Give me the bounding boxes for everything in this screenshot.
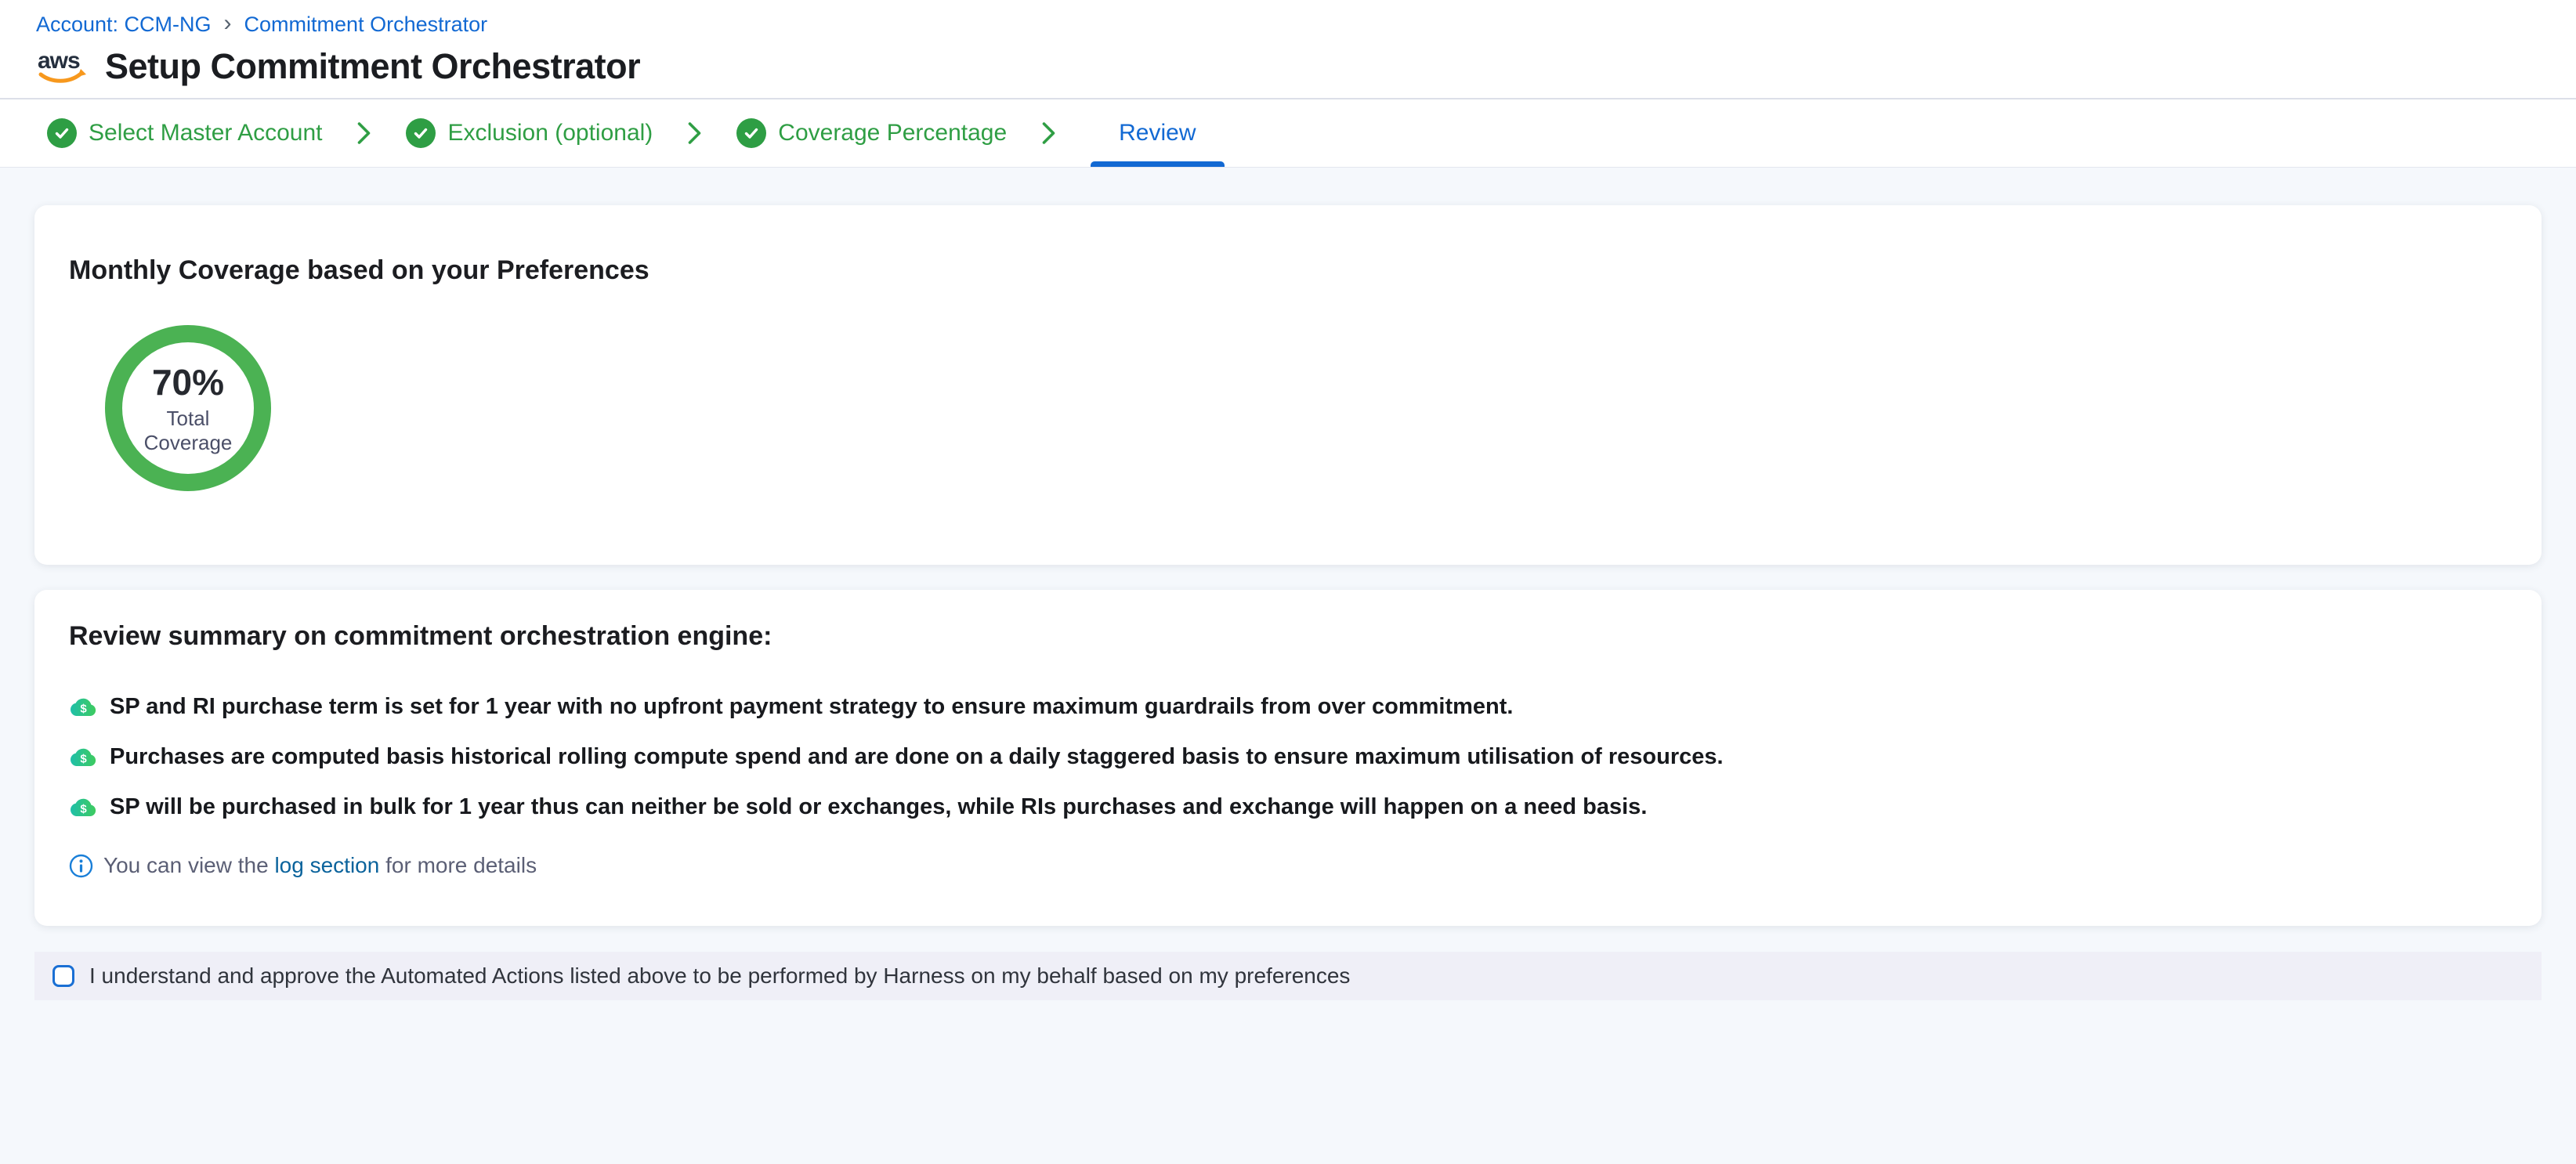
breadcrumb-page-link[interactable]: Commitment Orchestrator: [244, 13, 488, 37]
breadcrumb-chevron-icon: ›: [224, 13, 232, 34]
check-circle-icon: [47, 118, 77, 148]
approval-label: I understand and approve the Automated A…: [89, 963, 1350, 989]
breadcrumb: Account: CCM-NG › Commitment Orchestrato…: [36, 13, 2576, 37]
note-prefix: You can view the: [103, 853, 274, 877]
check-circle-icon: [736, 118, 766, 148]
breadcrumb-account-link[interactable]: Account: CCM-NG: [36, 13, 212, 37]
chevron-right-icon: [356, 121, 371, 146]
review-summary-card: Review summary on commitment orchestrati…: [34, 590, 2542, 926]
step-label: Coverage Percentage: [778, 120, 1007, 146]
info-icon: [69, 854, 93, 878]
step-select-master-account[interactable]: Select Master Account: [47, 118, 322, 148]
note-suffix: for more details: [379, 853, 537, 877]
log-section-link[interactable]: log section: [274, 853, 379, 877]
step-review-active-tab[interactable]: Review: [1091, 99, 1224, 167]
svg-text:$: $: [80, 752, 87, 765]
step-label: Review: [1119, 120, 1196, 146]
chevron-right-icon: [1041, 121, 1056, 146]
review-step-content: Monthly Coverage based on your Preferenc…: [0, 168, 2576, 1000]
coverage-donut-chart: 70% Total Coverage: [105, 325, 271, 491]
step-label: Exclusion (optional): [447, 120, 653, 146]
coverage-card-title: Monthly Coverage based on your Preferenc…: [69, 255, 2507, 286]
log-note-text: You can view the log section for more de…: [103, 853, 537, 878]
summary-card-title: Review summary on commitment orchestrati…: [69, 621, 2507, 652]
title-row: aws Setup Commitment Orchestrator: [36, 46, 2576, 87]
setup-stepper: Select Master Account Exclusion (optiona…: [0, 99, 2576, 168]
coverage-percentage-value: 70%: [152, 361, 224, 403]
active-tab-underline: [1091, 161, 1224, 167]
coverage-donut-label: Total Coverage: [129, 407, 247, 455]
cloud-dollar-icon: $: [69, 746, 98, 769]
log-note-row: You can view the log section for more de…: [69, 853, 2507, 878]
aws-logo-icon: aws: [36, 46, 88, 87]
step-label: Select Master Account: [89, 120, 322, 146]
monthly-coverage-card: Monthly Coverage based on your Preferenc…: [34, 205, 2542, 565]
check-circle-icon: [406, 118, 436, 148]
cloud-dollar-icon: $: [69, 696, 98, 719]
approval-strip: I understand and approve the Automated A…: [34, 952, 2542, 1000]
step-exclusion-optional[interactable]: Exclusion (optional): [406, 118, 653, 148]
summary-bullet-text: SP will be purchased in bulk for 1 year …: [110, 794, 1647, 820]
chevron-right-icon: [687, 121, 702, 146]
summary-bullet-list: $ SP and RI purchase term is set for 1 y…: [69, 694, 2507, 820]
approval-checkbox[interactable]: [52, 965, 74, 987]
summary-bullet: $ SP will be purchased in bulk for 1 yea…: [69, 794, 2507, 820]
svg-text:$: $: [80, 702, 87, 715]
summary-bullet: $ SP and RI purchase term is set for 1 y…: [69, 694, 2507, 720]
summary-bullet-text: SP and RI purchase term is set for 1 yea…: [110, 694, 1513, 720]
summary-bullet-text: Purchases are computed basis historical …: [110, 744, 1724, 770]
svg-text:$: $: [80, 802, 87, 815]
page-title: Setup Commitment Orchestrator: [105, 46, 640, 87]
svg-text:aws: aws: [38, 48, 80, 74]
cloud-dollar-icon: $: [69, 796, 98, 819]
page-header: Account: CCM-NG › Commitment Orchestrato…: [0, 0, 2576, 99]
step-coverage-percentage[interactable]: Coverage Percentage: [736, 118, 1007, 148]
summary-bullet: $ Purchases are computed basis historica…: [69, 744, 2507, 770]
